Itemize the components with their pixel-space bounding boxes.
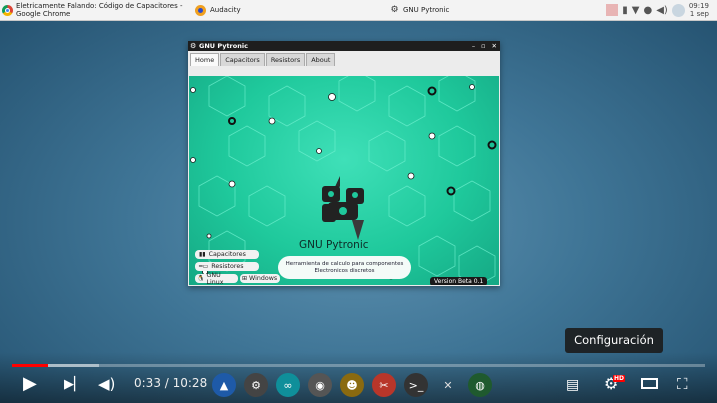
gnu-linux-button[interactable]: 🐧 GNU Linux [195,271,238,286]
time-display: 0:33 / 10:28 [134,376,208,390]
dock-globe-icon[interactable]: ◍ [468,373,492,397]
progress-bar[interactable] [12,364,705,367]
clock-date: 1 sep [689,10,709,18]
hd-badge: HD [613,375,626,382]
maximize-icon[interactable]: ▫ [481,42,485,50]
dock-arduino-icon[interactable]: ∞ [276,373,300,397]
app-subtitle: Herramienta de calculo para componentes … [278,256,411,279]
home-canvas: GNU Pytronic Herramienta de calculo para… [189,76,499,285]
dock-terminal-icon[interactable]: >_ [404,373,428,397]
indicator-square-icon[interactable] [606,4,619,16]
taskbar-item-chrome[interactable]: Eletricamente Falando: Código de Capacit… [2,1,206,19]
fullscreen-icon[interactable]: ⛶ [677,374,688,394]
app-window: ⚙ GNU Pytronic – ▫ ✕ Home Capacitors Res… [188,41,500,286]
progress-played [12,364,49,367]
audacity-icon [195,4,206,16]
taskbar-item-pytronic[interactable]: ⚙ GNU Pytronic [389,1,449,19]
taskbar-item-label: Eletricamente Falando: Código de Capacit… [16,2,183,18]
theater-mode-icon[interactable] [641,378,658,389]
pytronic-icon: ⚙ [390,4,399,15]
pytronic-logo-icon [322,176,364,240]
dock-mascot-icon[interactable]: ☻ [340,373,364,397]
tux-icon: 🐧 [197,275,205,282]
window-title: GNU Pytronic [199,42,248,50]
windows-label: Windows [249,275,278,282]
version-label: Version Beta 0.1 [430,277,488,285]
settings-tooltip: Configuración [565,328,663,353]
subtitle-line-1: Herramienta de calculo para componentes [285,260,404,267]
tab-resistors[interactable]: Resistors [265,53,306,66]
dock-tools-icon[interactable]: ✕ [436,373,460,397]
dock-remote-icon[interactable]: ✂ [372,373,396,397]
dock-arch-icon[interactable]: ▲ [212,373,236,397]
dock-gimp-icon[interactable]: ◉ [308,373,332,397]
taskbar-item-label: GNU Pytronic [403,6,450,14]
app-dock: ▲ ⚙ ∞ ◉ ☻ ✂ >_ ✕ ◍ [206,370,512,400]
gnu-linux-label: GNU Linux [206,271,224,286]
resistor-icon: ━▭ [199,263,209,270]
taskbar-item-label: Audacity [210,6,241,14]
play-icon[interactable]: ▶ [23,374,37,394]
taskbar-item-audacity[interactable]: Audacity [195,1,241,19]
top-panel: Eletricamente Falando: Código de Capacit… [0,0,717,21]
capacitors-button[interactable]: ▮▮ Capacitores [195,250,259,259]
chat-icon[interactable]: ● [643,5,652,16]
window-titlebar[interactable]: ⚙ GNU Pytronic – ▫ ✕ [188,41,500,51]
clock[interactable]: 09:19 1 sep [689,2,709,18]
tab-capacitors[interactable]: Capacitors [220,53,265,66]
close-icon[interactable]: ✕ [492,42,497,50]
clock-time: 09:19 [688,2,709,10]
resistors-button-label: Resistores [211,263,244,270]
windows-button[interactable]: ⊞ Windows [240,274,280,283]
tab-bar: Home Capacitors Resistors About [190,53,336,66]
volume-icon[interactable]: ◀) [656,5,668,16]
battery-icon[interactable]: ▮ [622,5,628,16]
windows-icon: ⊞ [242,275,248,282]
volume-icon[interactable]: ◀) [98,374,115,394]
capacitors-button-label: Capacitores [208,251,246,258]
resistors-button[interactable]: ━▭ Resistores [195,262,259,271]
tab-about[interactable]: About [306,53,336,66]
chrome-icon [2,4,13,16]
next-icon[interactable]: ▶▏ [64,375,84,395]
user-avatar[interactable] [671,3,685,17]
app-logo-icon: ⚙ [190,42,197,50]
subtitles-icon[interactable]: ▤ [566,375,579,395]
tab-home[interactable]: Home [190,53,220,66]
app-name-heading: GNU Pytronic [299,239,369,251]
subtitle-line-2: Electronicos discretos [314,267,375,274]
system-tray: ▮ ▼ ● ◀) 09:19 1 sep [606,0,717,20]
minimize-icon[interactable]: – [472,42,475,50]
dock-pytronic-icon[interactable]: ⚙ [244,373,268,397]
wifi-icon[interactable]: ▼ [632,5,640,16]
capacitor-icon: ▮▮ [199,251,206,258]
